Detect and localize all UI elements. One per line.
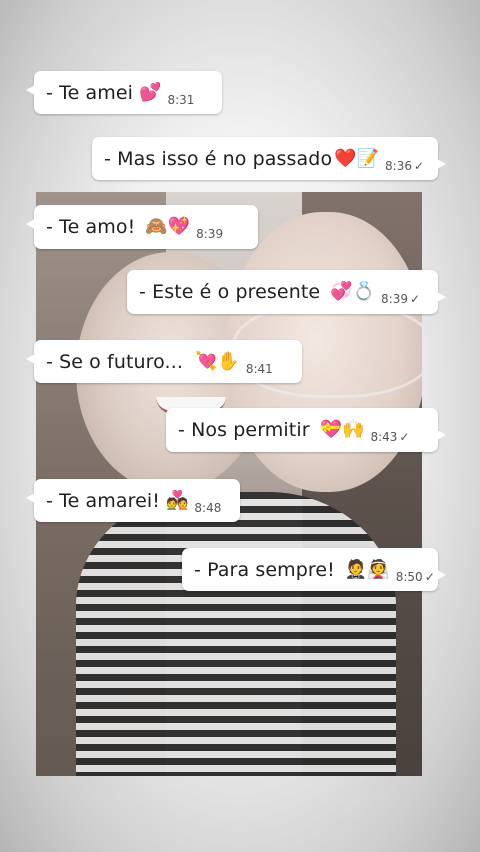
message-bubble[interactable]: - Te amei 💕 8:31 (26, 71, 222, 114)
message-text: - Te amei (46, 81, 134, 104)
message-time: 8:48 (194, 500, 222, 515)
check-icon: ✓ (409, 292, 421, 306)
message-text: - Para sempre! (194, 558, 335, 581)
message-bubble[interactable]: - Se o futuro... 💘✋ 8:41 (26, 340, 302, 383)
striped-shirt (76, 492, 396, 776)
message-bubble[interactable]: - Para sempre! 🤵👰 8:50 ✓ (182, 548, 446, 591)
emoji: 💞💍 (330, 281, 376, 302)
check-icon: ✓ (424, 569, 435, 584)
check-icon: ✓ (399, 430, 410, 444)
message-text: - Te amarei! (46, 489, 160, 512)
emoji: 🤵👰 (344, 558, 390, 580)
message-text: - Te amo! (46, 216, 136, 238)
message-time: 8:43 (370, 430, 398, 444)
message-time: 8:50 (395, 569, 423, 584)
message-bubble[interactable]: - Te amarei! 💑 8:48 (26, 479, 240, 522)
emoji: 💕 (139, 81, 162, 103)
message-bubble[interactable]: - Te amo! 🙈💖 8:39 (26, 205, 258, 249)
emoji: ❤️📝 (334, 147, 380, 169)
message-time: 8:31 (167, 92, 195, 107)
emoji: 💘✋ (194, 350, 240, 372)
check-icon: ✓ (413, 158, 425, 173)
message-time: 8:39 (381, 292, 408, 306)
message-text: - Este é o presente (139, 281, 321, 303)
emoji: 💝🙌 (319, 419, 365, 440)
message-text: - Se o futuro... (46, 350, 183, 373)
emoji: 🙈💖 (145, 216, 191, 237)
message-time: 8:39 (196, 227, 224, 241)
message-bubble[interactable]: - Nos permitir 💝🙌 8:43 ✓ (166, 408, 446, 452)
message-text: - Mas isso é no passado (104, 147, 333, 170)
message-time: 8:36 (385, 158, 412, 173)
emoji: 💑 (165, 489, 189, 511)
message-bubble[interactable]: - Este é o presente 💞💍 8:39 ✓ (127, 270, 446, 314)
message-text: - Nos permitir (178, 419, 310, 441)
message-bubble[interactable]: - Mas isso é no passado ❤️📝 8:36 ✓ (92, 137, 446, 180)
message-time: 8:41 (245, 361, 273, 376)
